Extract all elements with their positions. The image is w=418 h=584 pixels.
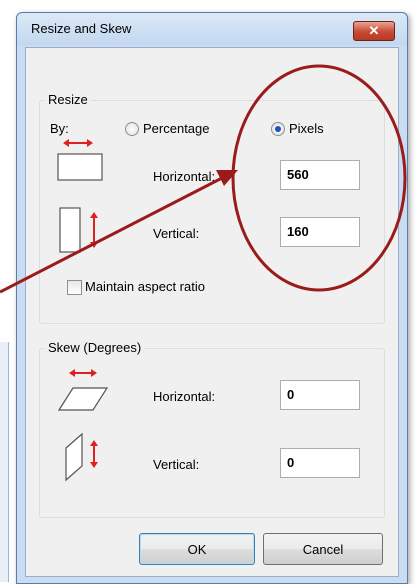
annotation-overlay [0, 64, 407, 294]
annotation-arrow-line [0, 176, 223, 294]
annotation-circle [231, 64, 407, 292]
